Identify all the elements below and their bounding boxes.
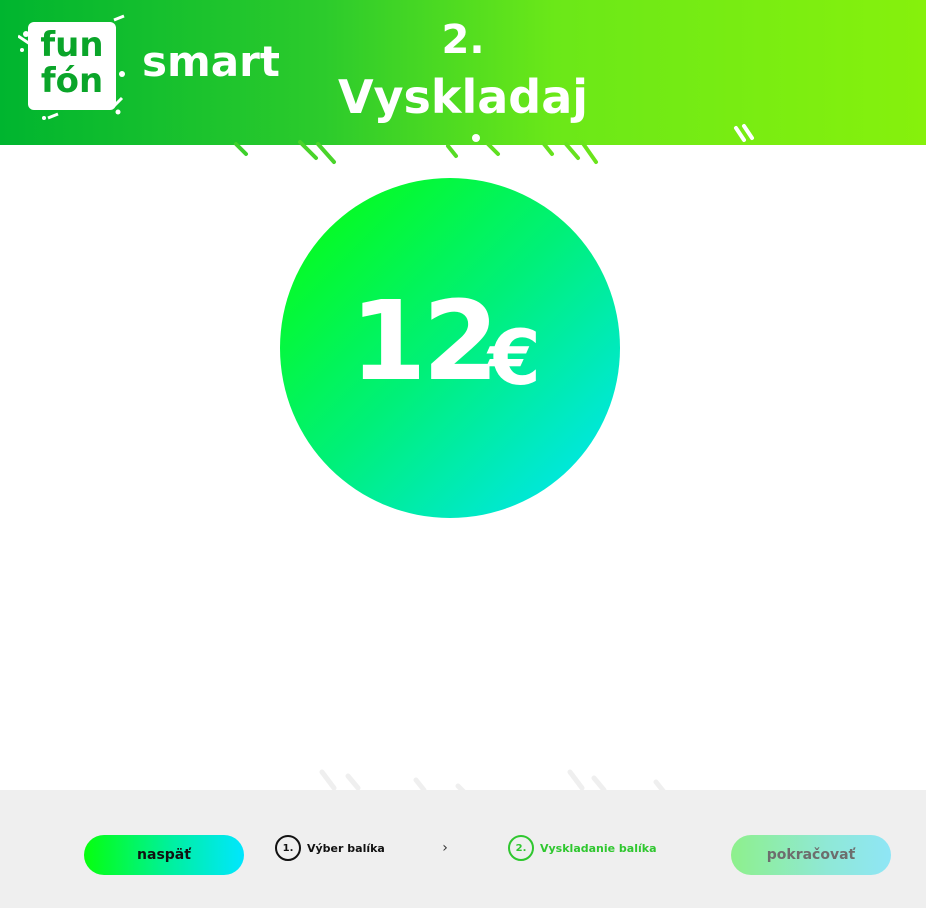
price-amount: 12	[350, 277, 499, 405]
price-circle: 12 €	[280, 178, 620, 518]
continue-button[interactable]: pokračovať	[731, 835, 891, 875]
header-drip-decoration	[234, 124, 754, 164]
back-button[interactable]: naspäť	[84, 835, 244, 875]
chevron-right-icon: ›	[442, 840, 448, 856]
step-label: Vyskladanie balíka	[540, 841, 657, 855]
progress-step-1: 1. Výber balíka	[275, 833, 385, 863]
page-step-number: 2.	[441, 17, 485, 63]
price-currency: €	[488, 313, 541, 402]
progress-step-2: 2. Vyskladanie balíka	[508, 833, 657, 863]
step-number-badge: 1.	[275, 835, 301, 861]
step-number-badge: 2.	[508, 835, 534, 861]
page-title: Vyskladaj	[337, 70, 589, 124]
step-label: Výber balíka	[307, 841, 385, 855]
